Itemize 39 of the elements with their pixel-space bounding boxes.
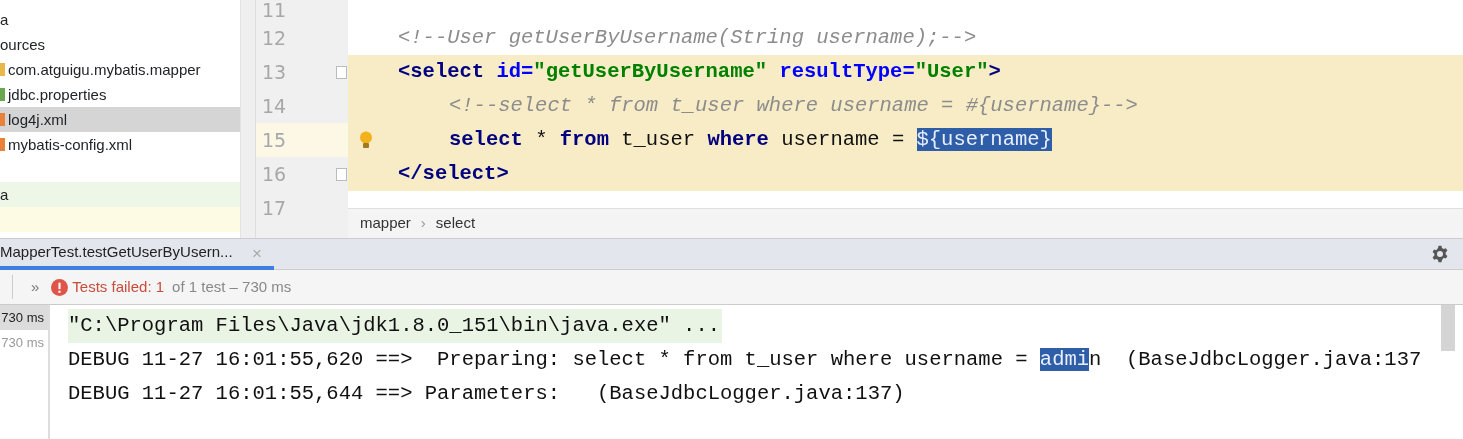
console-line: DEBUG 11-27 16:01:55,620 ==> Preparing: select * from t_user where username = admin (BaseJdbcLogger.java:137 xyxy=(68,347,1422,373)
tree-item[interactable]: jdbc.properties xyxy=(8,82,107,107)
code-line: </select> xyxy=(398,162,509,185)
folder-icon xyxy=(0,63,5,76)
code-line: <!--User getUserByUsername(String username);--> xyxy=(398,26,977,49)
tree-item[interactable]: a xyxy=(0,7,9,32)
settings-icon[interactable] xyxy=(1431,245,1449,263)
expand-icon[interactable]: » xyxy=(31,275,40,299)
status-text: Tests failed: 1 xyxy=(72,276,165,297)
console-line: DEBUG 11-27 16:01:55,644 ==> Parameters: (BaseJdbcLogger.java:137) xyxy=(68,381,905,407)
breadcrumb-item[interactable]: mapper xyxy=(360,212,411,235)
scrollbar[interactable] xyxy=(240,0,255,238)
file-icon xyxy=(0,88,5,101)
fold-icon[interactable] xyxy=(336,167,347,181)
line-number: 16 xyxy=(261,161,288,187)
tree-item[interactable]: com.atguigu.mybatis.mapper xyxy=(8,57,201,82)
file-icon xyxy=(0,113,5,126)
breadcrumb-item[interactable]: select xyxy=(435,212,476,235)
scrollbar[interactable] xyxy=(1441,305,1455,351)
status-text: of 1 test – 730 ms xyxy=(172,276,292,297)
fold-icon[interactable] xyxy=(336,65,347,79)
line-number: 15 xyxy=(261,127,288,153)
test-time[interactable]: 730 ms xyxy=(0,305,48,330)
line-number: 17 xyxy=(261,195,288,221)
code-line: select * from t_user where username = ${username} xyxy=(449,128,1052,151)
chevron-icon: › xyxy=(420,212,426,235)
error-icon xyxy=(51,278,69,296)
line-number: 11 xyxy=(261,0,288,21)
line-number: 13 xyxy=(261,59,288,85)
lightbulb-icon[interactable] xyxy=(359,131,373,149)
tree-item[interactable]: a xyxy=(0,182,9,207)
tree-row[interactable] xyxy=(0,207,240,232)
tree-item[interactable]: ources xyxy=(0,32,46,57)
tree-item[interactable]: mybatis-config.xml xyxy=(8,132,133,157)
line-number: 14 xyxy=(261,93,288,119)
line-number: 12 xyxy=(261,25,288,51)
code-line: <select id="getUserByUsername" resultType="User"> xyxy=(398,60,1001,83)
file-icon xyxy=(0,138,5,151)
code-line: <!--select * from t_user where username = #{username}--> xyxy=(449,94,1138,117)
